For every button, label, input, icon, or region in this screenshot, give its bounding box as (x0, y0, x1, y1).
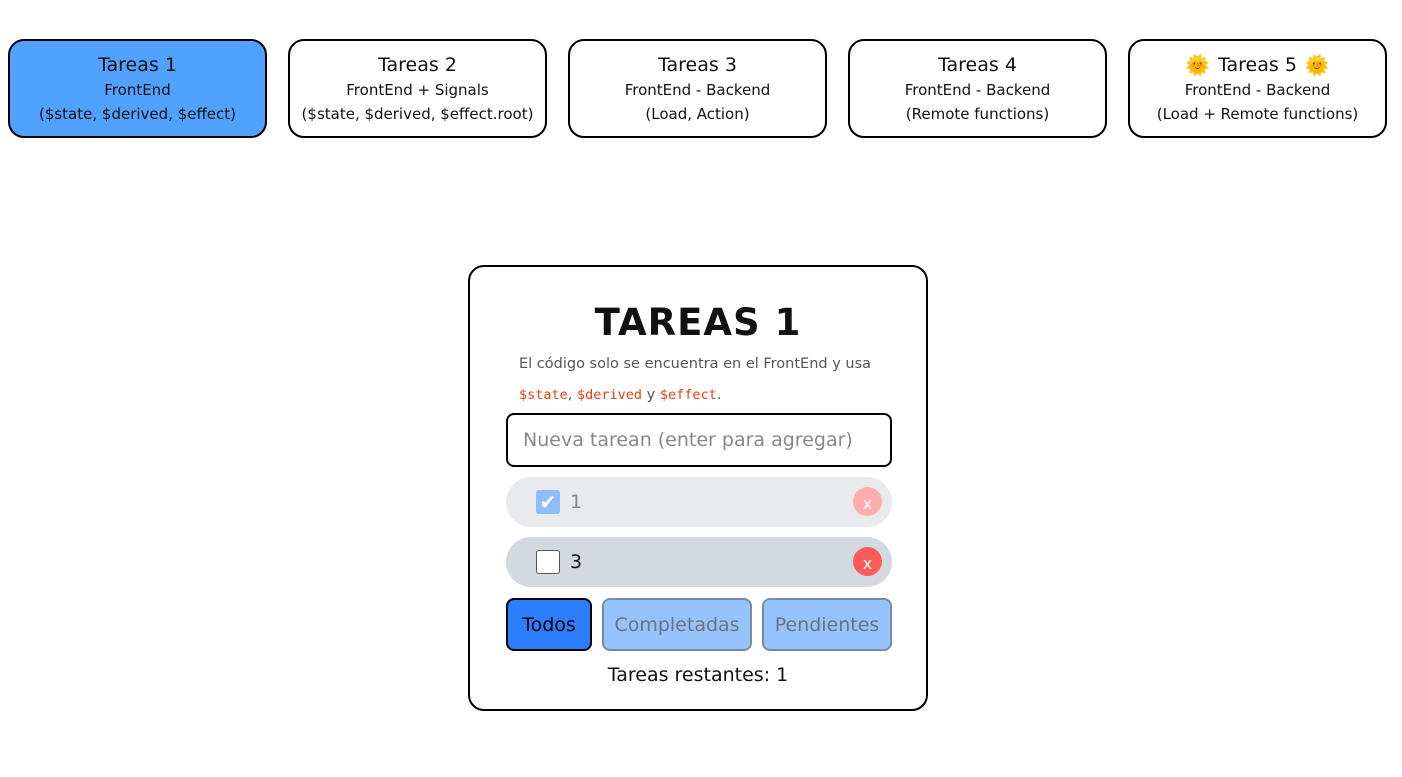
code-effect: $effect (659, 387, 717, 403)
check-icon: ✔ (539, 490, 557, 514)
separator: . (716, 387, 722, 403)
description: El código solo se encuentra en el FrontE… (519, 349, 881, 411)
nav-card-tareas-2[interactable]: Tareas 2 FrontEnd + Signals ($state, $de… (288, 39, 547, 138)
filter-completadas-button[interactable]: Completadas (602, 598, 752, 651)
task-item: 3 x (506, 537, 892, 587)
code-derived: $derived (577, 387, 643, 403)
nav-title: Tareas 4 (938, 53, 1017, 76)
task-checkbox[interactable] (536, 550, 560, 574)
nav-title-row: 🌞 Tareas 5 🌞 (1185, 52, 1330, 78)
filter-todos-button[interactable]: Todos (506, 598, 592, 651)
separator: y (642, 387, 660, 403)
nav-subtitle: FrontEnd - Backend (904, 80, 1051, 99)
nav-title: Tareas 1 (98, 53, 177, 76)
tareas-nav: Tareas 1 FrontEnd ($state, $derived, $ef… (8, 39, 1387, 138)
task-label: 1 (570, 491, 583, 513)
nav-card-tareas-4[interactable]: Tareas 4 FrontEnd - Backend (Remote func… (848, 39, 1107, 138)
description-text: El código solo se encuentra en el FrontE… (519, 356, 872, 372)
task-item: ✔ 1 x (506, 477, 892, 527)
filter-pendientes-button[interactable]: Pendientes (762, 598, 892, 651)
delete-task-button[interactable]: x (853, 487, 882, 516)
task-checkbox[interactable]: ✔ (536, 490, 560, 514)
nav-title: Tareas 5 (1218, 53, 1297, 76)
nav-subtitle: FrontEnd + Signals (346, 80, 489, 99)
nav-detail: ($state, $derived, $effect) (38, 104, 237, 123)
delete-task-button[interactable]: x (853, 547, 882, 576)
nav-card-tareas-5[interactable]: 🌞 Tareas 5 🌞 FrontEnd - Backend (Load + … (1128, 39, 1387, 138)
nav-subtitle: FrontEnd - Backend (624, 80, 771, 99)
nav-subtitle: FrontEnd (104, 80, 171, 99)
new-task-input[interactable] (506, 413, 892, 467)
nav-subtitle: FrontEnd - Backend (1184, 80, 1331, 99)
sun-icon: 🌞 (1185, 52, 1211, 77)
page-title: TAREAS 1 (594, 301, 802, 344)
nav-title: Tareas 3 (658, 53, 737, 76)
nav-detail: (Load + Remote functions) (1156, 104, 1359, 123)
remaining-count: Tareas restantes: 1 (607, 664, 789, 686)
task-label: 3 (570, 551, 583, 573)
code-state: $state (519, 387, 568, 403)
separator: , (567, 387, 577, 403)
nav-detail: ($state, $derived, $effect.root) (301, 104, 534, 123)
nav-title: Tareas 2 (378, 53, 457, 76)
nav-detail: (Remote functions) (905, 104, 1050, 123)
nav-card-tareas-1[interactable]: Tareas 1 FrontEnd ($state, $derived, $ef… (8, 39, 267, 138)
tareas-panel: TAREAS 1 El código solo se encuentra en … (468, 265, 928, 711)
nav-card-tareas-3[interactable]: Tareas 3 FrontEnd - Backend (Load, Actio… (568, 39, 827, 138)
nav-detail: (Load, Action) (645, 104, 750, 123)
sun-icon: 🌞 (1304, 52, 1330, 77)
